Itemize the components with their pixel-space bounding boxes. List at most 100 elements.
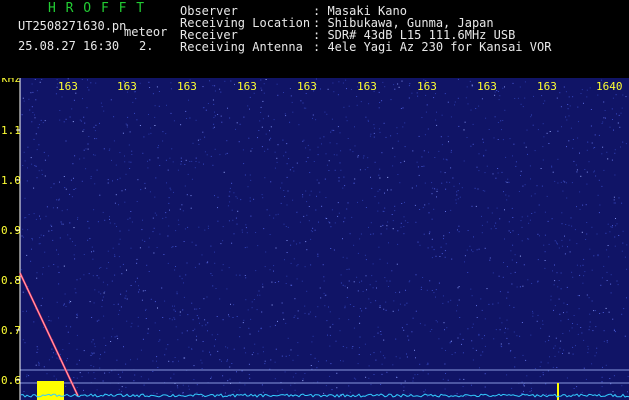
noise-speck [538, 204, 540, 206]
noise-speck [115, 164, 117, 166]
noise-speck [408, 281, 410, 283]
noise-speck [451, 340, 452, 342]
noise-speck [519, 286, 521, 288]
noise-speck [188, 346, 190, 348]
noise-speck [614, 149, 616, 151]
noise-speck [65, 118, 67, 120]
noise-speck [621, 107, 623, 109]
noise-speck [504, 238, 505, 240]
noise-speck [305, 93, 307, 94]
noise-speck [281, 355, 283, 357]
noise-speck [181, 278, 183, 280]
noise-speck [249, 377, 251, 379]
noise-speck [292, 166, 294, 168]
noise-speck [320, 88, 321, 90]
noise-speck [269, 130, 270, 132]
noise-speck [523, 384, 524, 386]
noise-speck [56, 207, 58, 209]
noise-speck [556, 241, 557, 243]
noise-speck [185, 110, 187, 112]
noise-speck [503, 191, 504, 193]
noise-speck [264, 363, 266, 365]
noise-speck [626, 244, 628, 246]
noise-speck [436, 190, 438, 192]
noise-speck [220, 243, 222, 245]
noise-speck [48, 316, 50, 318]
noise-speck [519, 255, 521, 257]
noise-speck [324, 178, 326, 180]
noise-speck [56, 199, 58, 201]
noise-speck [409, 393, 411, 395]
noise-speck [191, 241, 193, 243]
noise-speck [181, 332, 183, 334]
noise-speck [614, 202, 616, 204]
noise-speck [288, 354, 290, 356]
noise-speck [156, 86, 158, 88]
noise-speck [416, 185, 417, 187]
noise-speck [194, 328, 196, 330]
noise-speck [471, 326, 473, 328]
noise-speck [566, 377, 568, 379]
noise-speck [156, 393, 158, 395]
noise-speck [601, 386, 603, 388]
noise-speck [567, 318, 569, 320]
noise-speck [83, 350, 85, 352]
noise-speck [236, 197, 238, 199]
noise-speck [22, 291, 24, 293]
noise-speck [593, 171, 595, 173]
noise-speck [431, 329, 433, 330]
noise-speck [195, 157, 197, 159]
noise-speck [586, 233, 588, 235]
noise-speck [597, 94, 599, 96]
noise-speck [359, 322, 361, 324]
noise-speck [150, 127, 152, 129]
noise-speck [274, 151, 276, 153]
noise-speck [304, 305, 306, 307]
noise-speck [552, 171, 554, 173]
noise-speck [79, 158, 81, 160]
noise-speck [481, 224, 483, 226]
noise-speck [318, 221, 319, 223]
noise-speck [598, 212, 600, 214]
noise-speck [415, 221, 417, 223]
noise-speck [149, 191, 151, 193]
noise-speck [179, 208, 181, 210]
noise-speck [140, 349, 142, 351]
noise-speck [201, 325, 203, 327]
noise-speck [493, 338, 495, 340]
noise-speck [366, 289, 367, 291]
noise-speck [98, 277, 100, 279]
noise-speck [361, 280, 363, 282]
noise-speck [444, 363, 446, 365]
noise-speck [373, 374, 375, 375]
noise-speck [571, 225, 573, 227]
noise-speck [91, 352, 93, 354]
noise-speck [98, 291, 100, 293]
noise-speck [625, 96, 627, 98]
noise-speck [332, 323, 334, 325]
noise-speck [573, 388, 575, 389]
noise-speck [192, 319, 194, 321]
noise-speck [98, 319, 100, 321]
noise-speck [43, 366, 45, 368]
noise-speck [217, 333, 219, 335]
noise-speck [267, 148, 269, 150]
noise-speck [558, 280, 560, 281]
noise-speck [508, 343, 510, 345]
noise-speck [322, 264, 324, 266]
noise-speck [368, 103, 370, 105]
noise-speck [263, 83, 265, 85]
noise-speck [99, 194, 101, 196]
noise-speck [605, 364, 607, 366]
noise-speck [121, 273, 123, 275]
noise-speck [296, 211, 298, 213]
noise-speck [281, 182, 283, 184]
noise-speck [316, 367, 318, 369]
noise-speck [484, 190, 486, 192]
noise-speck [255, 270, 257, 272]
noise-speck [572, 346, 574, 348]
noise-speck [435, 289, 437, 291]
noise-speck [234, 83, 235, 85]
noise-speck [329, 326, 331, 328]
noise-speck [93, 302, 95, 304]
